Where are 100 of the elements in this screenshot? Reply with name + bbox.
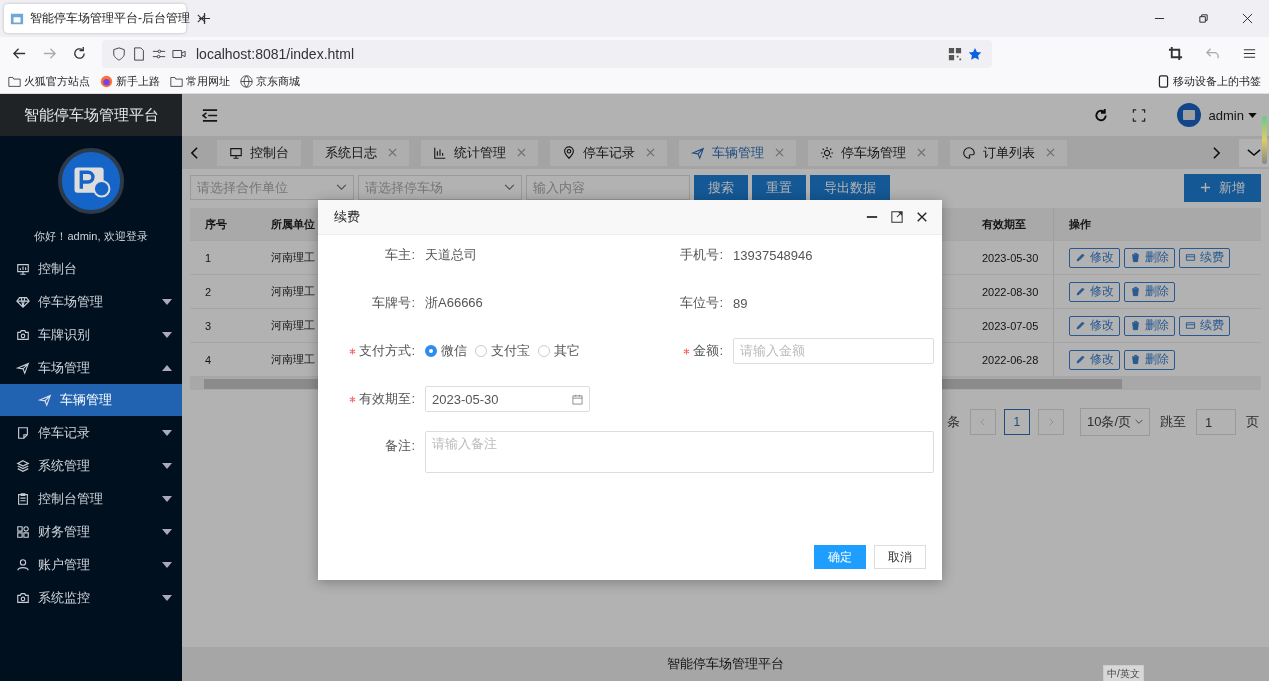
radio-option[interactable]: 支付宝	[475, 342, 530, 360]
globe-icon	[240, 75, 253, 88]
sidebar-item[interactable]: 停车场管理	[0, 285, 182, 318]
pencil-icon	[1075, 286, 1086, 297]
monitor-icon	[229, 145, 243, 160]
qr-code-icon[interactable]	[948, 46, 962, 61]
page-tab[interactable]: 系统日志	[313, 139, 409, 166]
close-icon[interactable]	[916, 211, 928, 223]
page-tab[interactable]: 停车记录	[550, 139, 667, 166]
field-value: 天道总司	[425, 246, 477, 264]
sidebar-item[interactable]: 控制台	[0, 252, 182, 285]
toolbar-button[interactable]: 搜索	[694, 174, 748, 201]
toolbar-button[interactable]: 导出数据	[810, 174, 890, 201]
table-cell-text: 4	[204, 353, 213, 366]
ime-indicator: 中/英文	[1103, 665, 1144, 681]
send-icon	[691, 145, 705, 160]
row-action-button[interactable]: 修改	[1069, 281, 1120, 302]
row-action-button[interactable]: 删除	[1124, 281, 1175, 302]
sidebar-item[interactable]: 车场管理	[0, 351, 182, 384]
sidebar-item[interactable]: 系统管理	[0, 449, 182, 482]
parking-favicon-icon	[10, 11, 24, 26]
close-icon[interactable]	[1242, 13, 1253, 24]
table-cell-text: 2023-07-05	[982, 319, 1040, 332]
restore-icon[interactable]	[1198, 13, 1209, 24]
sidebar-item[interactable]: 控制台管理	[0, 482, 182, 515]
chevron-left-icon[interactable]	[190, 145, 199, 160]
reload-icon[interactable]	[72, 46, 87, 61]
row-action-button[interactable]: 修改	[1069, 349, 1120, 370]
row-action-button[interactable]: 删除	[1124, 315, 1175, 336]
page-tab[interactable]: 订单列表	[950, 139, 1067, 166]
page-size-select[interactable]: 10条/页	[1079, 408, 1150, 436]
field-label: 手机号:	[680, 246, 723, 264]
column-header: 操作	[1053, 208, 1261, 240]
fold-menu-icon[interactable]	[202, 107, 218, 123]
trash-icon	[1130, 286, 1141, 297]
add-button[interactable]: 新增	[1184, 173, 1261, 202]
date-field[interactable]: 2023-05-30	[425, 386, 590, 412]
chevron-down-icon	[336, 184, 347, 191]
fullscreen-icon[interactable]	[1130, 107, 1147, 123]
close-icon[interactable]	[196, 13, 207, 24]
page-number-button[interactable]: 1	[1003, 409, 1030, 435]
field-label: 金额:	[693, 342, 723, 360]
crop-icon[interactable]	[1168, 46, 1183, 61]
bookmark[interactable]: 常用网址	[170, 74, 230, 89]
chevron-left-icon	[978, 418, 987, 426]
camera-icon	[16, 327, 30, 342]
row-action-button[interactable]: 删除	[1124, 247, 1175, 268]
page-tab[interactable]: 控制台	[217, 139, 301, 166]
menu-icon[interactable]	[1242, 46, 1257, 61]
greeting-text: 你好！admin, 欢迎登录	[33, 229, 149, 244]
folder-icon	[8, 75, 21, 88]
maximize-icon[interactable]	[891, 211, 903, 223]
new-tab-icon[interactable]	[198, 12, 211, 25]
clipboard-icon	[16, 491, 30, 506]
field-value: 89	[733, 295, 748, 311]
page-tab[interactable]: 统计管理	[421, 139, 538, 166]
column-header: 有效期至	[982, 216, 1027, 232]
sidebar-item[interactable]: 财务管理	[0, 515, 182, 548]
avatar-icon[interactable]	[1176, 103, 1201, 127]
bookmark[interactable]: 京东商城	[240, 74, 300, 89]
star-icon[interactable]	[968, 46, 982, 61]
page-tab[interactable]: 车辆管理	[679, 139, 796, 166]
pencil-icon	[1075, 252, 1086, 263]
pencil-icon	[1075, 354, 1086, 365]
table-cell-text: 3	[204, 319, 213, 332]
row-action-button[interactable]: 修改	[1069, 247, 1120, 268]
back-icon[interactable]	[12, 46, 27, 61]
row-action-button[interactable]: 删除	[1124, 349, 1175, 370]
sidebar-item[interactable]: 账户管理	[0, 548, 182, 581]
location-pin-icon	[562, 145, 576, 160]
cancel-button[interactable]: 取消	[874, 545, 926, 569]
row-action-button[interactable]: 续费	[1179, 315, 1230, 336]
bookmark[interactable]: 火狐官方站点	[8, 74, 90, 89]
row-action-button[interactable]: 修改	[1069, 315, 1120, 336]
table-cell-text: 2	[204, 285, 213, 298]
toolbar-button[interactable]: 重置	[752, 174, 806, 201]
dialog-title: 续费	[334, 208, 360, 226]
table-cell-text: 2022-08-30	[982, 285, 1040, 298]
row-action-button[interactable]: 续费	[1179, 247, 1230, 268]
sidebar-item[interactable]: 系统监控	[0, 581, 182, 614]
monitor-icon	[16, 261, 30, 276]
url-text: localhost:8081/index.html	[196, 45, 354, 62]
page-tab[interactable]: 停车场管理	[808, 139, 938, 166]
radio-option[interactable]: 微信	[425, 342, 467, 360]
user-menu[interactable]: admin	[1208, 107, 1257, 123]
sidebar-item[interactable]: 停车记录	[0, 416, 182, 449]
mobile-bookmarks[interactable]: 移动设备上的书签	[1157, 74, 1261, 89]
radio-circle[interactable]	[425, 345, 437, 357]
chevron-down-icon	[1135, 418, 1143, 426]
radio-option[interactable]: 其它	[538, 342, 580, 360]
bookmark[interactable]: 新手上路	[100, 74, 160, 89]
address-bar[interactable]: localhost:8081/index.html	[102, 39, 992, 68]
sidebar-item[interactable]: 车牌识别	[0, 318, 182, 351]
send-icon	[38, 393, 52, 407]
chevron-right-icon[interactable]	[1212, 145, 1221, 160]
trash-icon	[1130, 320, 1141, 331]
refresh-icon[interactable]	[1092, 107, 1109, 123]
page-jump-field[interactable]: 1	[1196, 409, 1236, 435]
jump-label: 跳至	[1160, 413, 1186, 431]
sidebar-subitem[interactable]: 车辆管理	[0, 384, 182, 416]
